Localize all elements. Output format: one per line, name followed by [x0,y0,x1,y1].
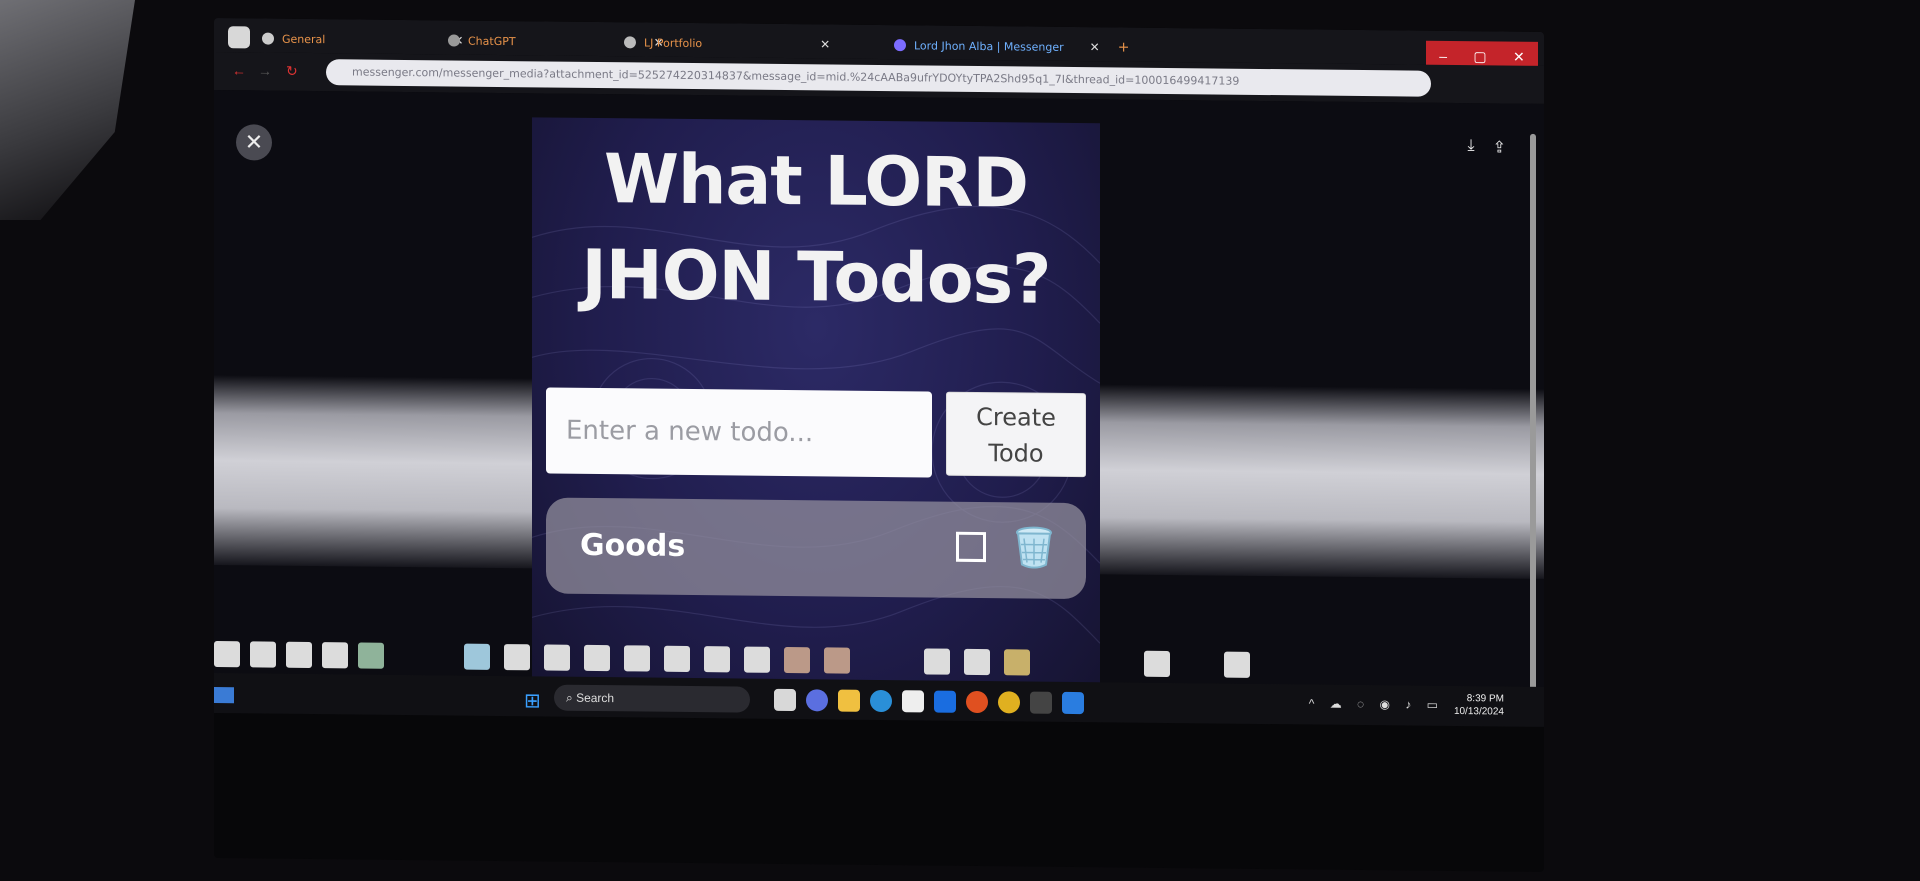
window-thumbnail[interactable] [964,648,990,676]
share-icon[interactable]: ⇪ [1493,137,1506,157]
window-thumbnail[interactable] [464,643,490,670]
todo-app: What LORD JHON Todos? Create Todo Goods [532,117,1100,714]
date: 10/13/2024 [1453,705,1504,718]
window-thumbnail[interactable] [1224,651,1250,678]
page-title: What LORD JHON Todos? [581,140,1051,320]
window-thumbnail[interactable] [1144,650,1170,678]
vscode-icon[interactable] [1062,691,1084,715]
window-thumbnail[interactable] [584,644,610,672]
window-thumbnail[interactable] [784,646,810,674]
edge-icon[interactable] [870,689,892,713]
store-icon[interactable] [902,690,924,713]
tab-portfolio[interactable]: LJ Portfolio ✕ [624,30,830,56]
window-thumbnail[interactable] [250,641,276,668]
search-label: Search [576,690,615,706]
window-thumbnail[interactable] [624,645,650,672]
close-window-icon[interactable]: ✕ [1513,48,1525,65]
file-explorer-icon[interactable] [838,689,860,712]
app-icon[interactable] [934,690,956,713]
window-thumbnail[interactable] [214,641,240,668]
window-thumbnail[interactable] [924,648,950,675]
windows-start-icon[interactable]: ⊞ [524,688,541,713]
github-icon [262,32,274,45]
todo-form: Create Todo [546,387,1086,479]
maximize-icon[interactable]: ▢ [1473,48,1486,65]
brave-icon[interactable] [966,690,988,714]
window-thumbnail[interactable] [322,642,348,669]
window-thumbnail[interactable] [824,647,850,674]
taskbar-search[interactable]: ⌕ Search [554,684,750,713]
window-thumbnail[interactable] [504,644,530,671]
tab-close-icon[interactable]: ✕ [820,37,830,51]
create-todo-button[interactable]: Create Todo [946,391,1086,478]
terminal-icon[interactable] [1030,691,1052,714]
tab-close-icon[interactable]: ✕ [1090,40,1100,54]
messenger-icon [894,39,906,52]
minimize-icon[interactable]: – [1439,48,1447,64]
tab-label: Lord Jhon Alba | Messenger [914,38,1064,54]
download-media-icon[interactable]: ⤓ [1468,137,1475,157]
meet-icon[interactable] [806,689,828,712]
window-thumbnail[interactable] [744,646,770,673]
window-thumbnail[interactable] [664,645,690,672]
monitor-screen: General ✕ ChatGPT ✕ LJ Portfolio ✕ Lord … [214,18,1544,872]
todo-list: Goods [546,497,1086,600]
clock[interactable]: 8:39 PM 10/13/2024 [1454,692,1504,719]
profile-switcher[interactable] [228,26,250,49]
reload-icon[interactable]: ↻ [286,63,298,80]
tab-label: General [282,32,326,46]
search-icon: ⌕ [566,690,577,705]
window-thumbnail[interactable] [704,646,730,673]
todo-text: Goods [580,527,686,564]
task-view-icon[interactable] [774,688,796,712]
trash-icon[interactable] [1014,524,1054,569]
media-viewer: ✕ ⤓ ⇪ What LORD JHON Todos? Enter a new … [214,90,1544,714]
todo-item: Goods [546,497,1086,600]
window-thumbnail[interactable] [544,644,570,671]
chrome-icon[interactable] [998,691,1020,714]
viewer-actions: ⤓ ⇪ [1468,137,1506,157]
tab-messenger[interactable]: Lord Jhon Alba | Messenger ✕ + [894,33,1129,59]
window-thumbnail[interactable] [358,642,384,669]
todo-checkbox[interactable] [956,531,986,563]
forward-icon[interactable]: → [258,62,272,78]
window-thumbnail[interactable] [1004,649,1030,676]
close-viewer-button[interactable]: ✕ [236,124,272,161]
background-wall [0,0,135,220]
url-field[interactable]: messenger.com/messenger_media?attachment… [326,59,1431,97]
system-tray[interactable]: ^ ☁ ◌ ◉ ♪ ▭ [1309,696,1444,711]
new-tab-icon[interactable]: + [1118,39,1130,55]
back-icon[interactable]: ← [232,62,246,78]
tab-label: LJ Portfolio [644,36,703,50]
chatgpt-icon [448,34,460,47]
tab-label: ChatGPT [468,34,516,48]
time: 8:39 PM [1466,693,1504,705]
widgets-icon[interactable] [214,687,234,704]
portfolio-icon [624,36,636,49]
scrollbar[interactable] [1530,133,1536,694]
tab-general[interactable]: General ✕ [262,27,463,53]
todo-input[interactable] [546,387,932,478]
window-thumbnail[interactable] [286,641,312,669]
